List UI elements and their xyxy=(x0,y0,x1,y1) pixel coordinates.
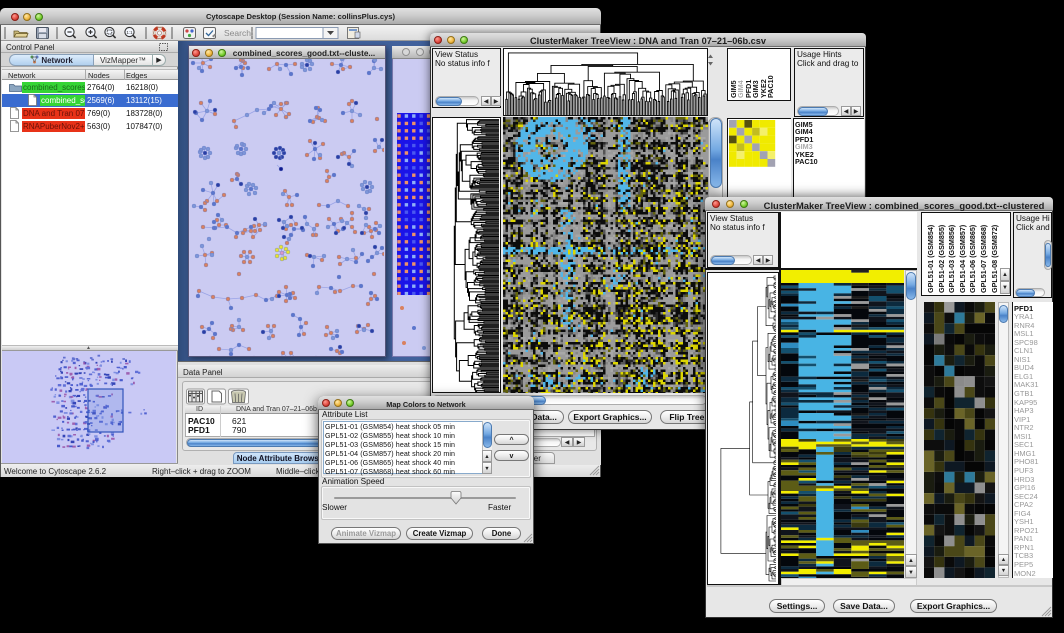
svg-text:Search:: Search: xyxy=(224,28,253,38)
svg-text:1:1: 1:1 xyxy=(126,30,133,35)
